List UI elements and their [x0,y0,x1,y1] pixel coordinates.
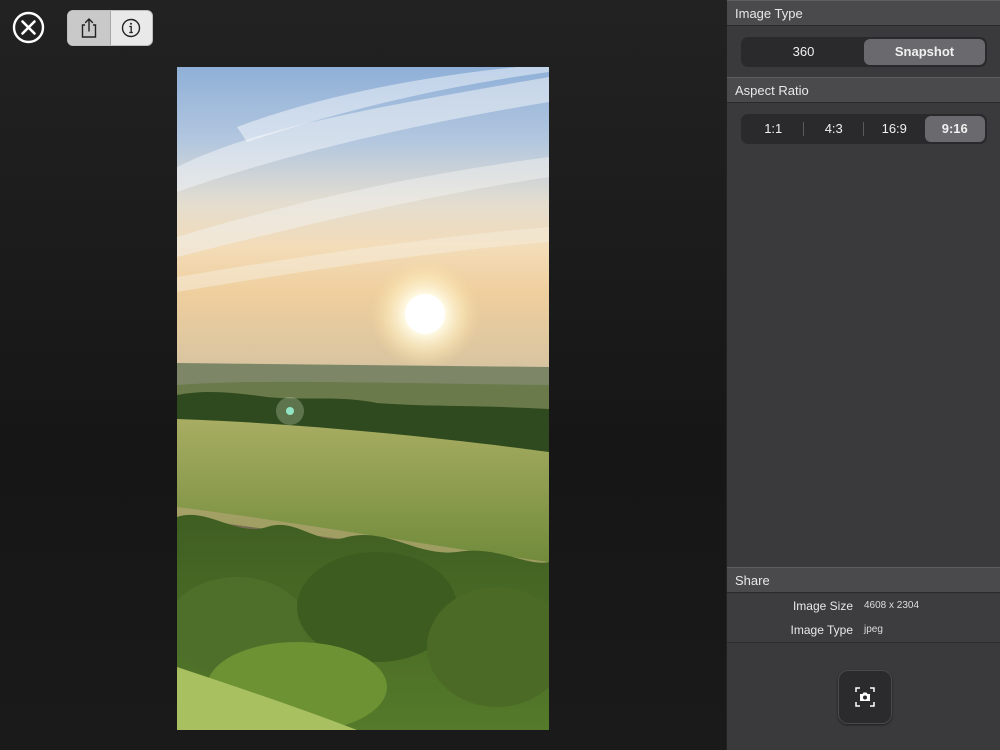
image-size-value: 4608 x 2304 [864,600,920,611]
close-button[interactable] [12,11,45,44]
share-icon [81,18,96,38]
share-header: Share [727,567,1000,593]
image-size-row: Image Size 4608 x 2304 [727,594,1000,619]
settings-panel: Image Type 360 Snapshot Aspect Ratio 1:1… [726,0,1000,750]
toolbar-group [67,10,153,46]
camera-capture-icon [855,687,875,707]
aspect-ratio-option-4-3[interactable]: 4:3 [804,116,865,142]
image-type-value: jpeg [864,624,883,635]
close-circle-icon [12,11,45,44]
aspect-ratio-option-1-1[interactable]: 1:1 [743,116,804,142]
image-type-header: Image Type [727,0,1000,26]
info-icon [122,18,141,38]
landscape-photo [177,67,549,730]
info-button[interactable] [111,11,153,45]
image-type-label: Image Type [790,623,853,637]
image-size-label: Image Size [792,599,853,613]
aspect-ratio-option-9-16[interactable]: 9:16 [924,116,985,142]
aspect-ratio-segmented-control: 1:1 4:3 16:9 9:16 [741,114,987,144]
aspect-ratio-option-16-9[interactable]: 16:9 [864,116,925,142]
capture-button[interactable] [838,670,892,724]
image-type-option-360[interactable]: 360 [743,39,864,65]
image-type-segmented-control: 360 Snapshot [741,37,987,67]
image-type-row: Image Type jpeg [727,618,1000,643]
image-viewer [0,0,726,750]
image-type-option-snapshot[interactable]: Snapshot [864,39,985,65]
share-button[interactable] [68,11,111,45]
aspect-ratio-header: Aspect Ratio [727,77,1000,103]
